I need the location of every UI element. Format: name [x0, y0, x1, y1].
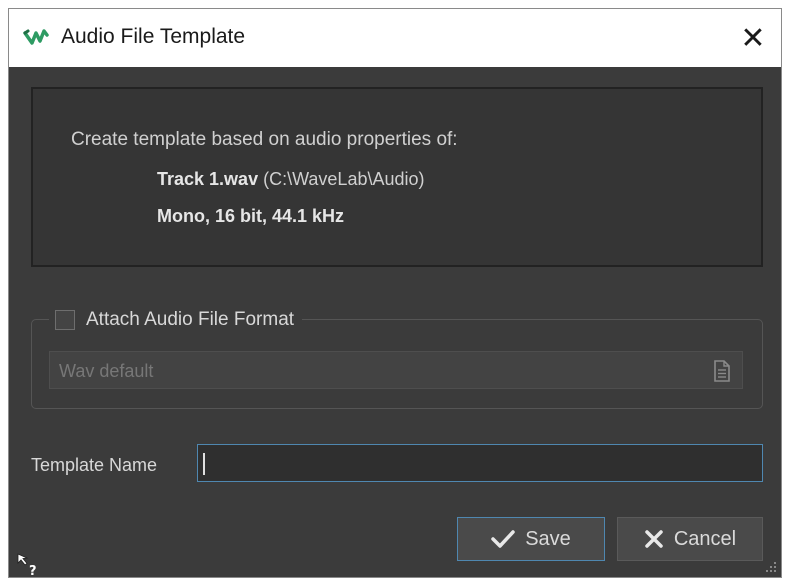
- file-format-field: Wav default: [49, 351, 743, 389]
- close-button[interactable]: ✕: [725, 9, 781, 67]
- properties-heading: Create template based on audio propertie…: [71, 129, 458, 150]
- save-label: Save: [525, 527, 571, 550]
- attach-format-toggle[interactable]: Attach Audio File Format: [49, 307, 303, 333]
- audio-file-template-dialog: Audio File Template ✕ Create template ba…: [8, 8, 782, 578]
- title-bar: Audio File Template ✕: [9, 9, 781, 67]
- cancel-label: Cancel: [673, 527, 737, 550]
- audio-format-summary: Mono, 16 bit, 44.1 kHz: [157, 206, 345, 226]
- close-icon: ✕: [740, 21, 766, 55]
- svg-text:?: ?: [29, 564, 37, 577]
- source-file: Track 1.wav (C:\WaveLab\Audio): [157, 169, 425, 190]
- file-format-value: Wav default: [59, 361, 154, 381]
- audio-properties-panel: Create template based on audio propertie…: [31, 87, 763, 267]
- resize-grip-icon[interactable]: [763, 559, 777, 573]
- template-name-label: Template Name: [31, 455, 158, 475]
- cancel-button[interactable]: Cancel: [617, 517, 763, 561]
- template-name-input[interactable]: [197, 444, 763, 482]
- checkmark-icon: [491, 529, 515, 549]
- file-path: (C:\WaveLab\Audio): [263, 169, 425, 189]
- window-title: Audio File Template: [61, 25, 246, 48]
- context-help-icon[interactable]: ?: [15, 551, 41, 577]
- text-caret: [203, 453, 205, 475]
- wavelab-logo-icon: [23, 29, 49, 45]
- attach-format-checkbox[interactable]: [55, 310, 75, 330]
- save-button[interactable]: Save: [457, 517, 605, 561]
- cross-icon: [644, 529, 664, 549]
- attach-format-label: Attach Audio File Format: [86, 309, 295, 330]
- document-icon: [714, 360, 730, 382]
- file-name: Track 1.wav: [157, 169, 259, 189]
